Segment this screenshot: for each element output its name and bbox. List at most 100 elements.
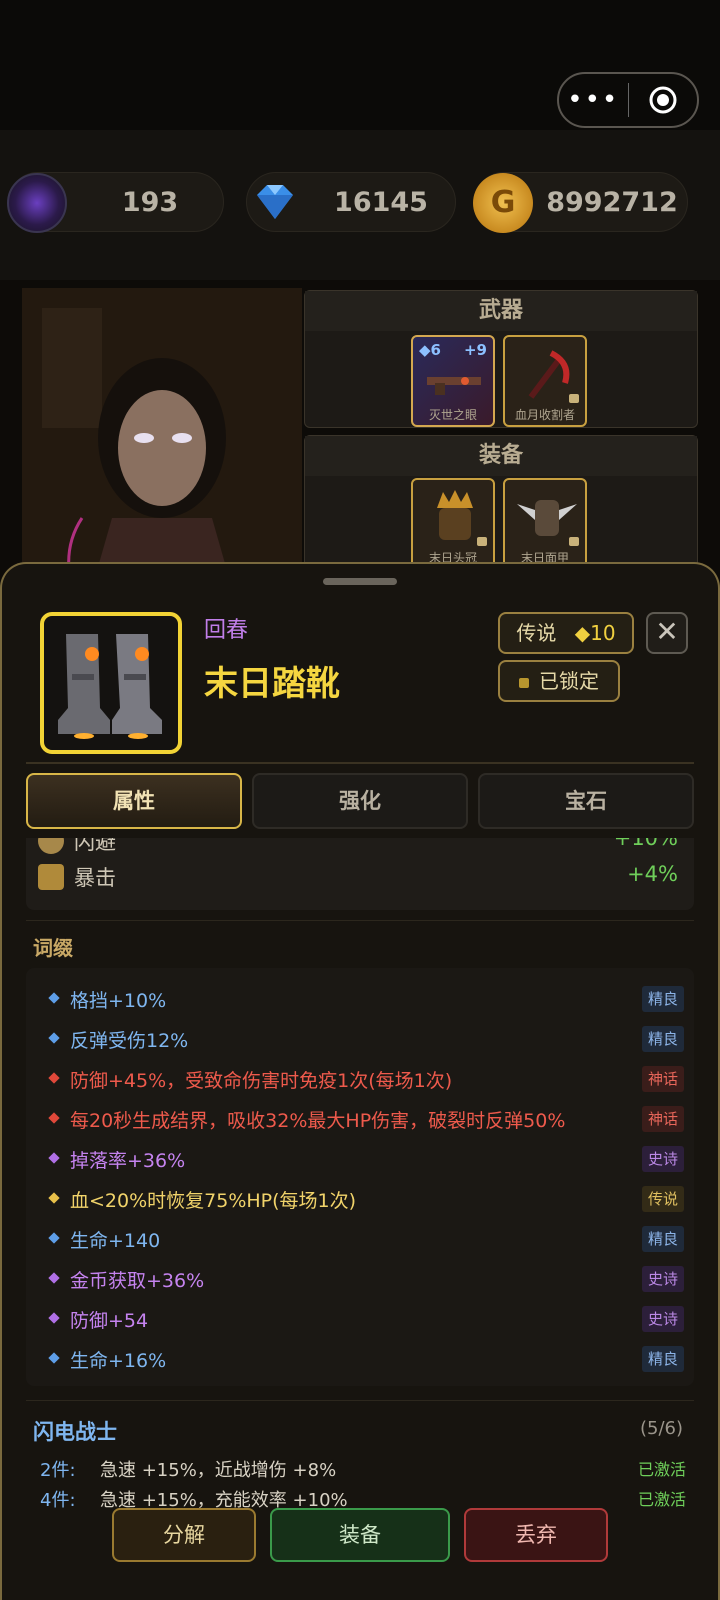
affix-tier-tag: 史诗 [641,1146,684,1172]
gold-count: 8992712 [546,187,678,218]
tab-enhance[interactable]: 强化 [252,773,468,829]
equip-button[interactable]: 装备 [270,1508,450,1562]
weapon-slot-enhance-badge: +9 [463,341,487,359]
section-divider [26,1400,694,1401]
affix-tier-tag: 史诗 [641,1306,684,1332]
affix-text: 反弹受伤12% [70,1030,189,1052]
affix-text: 格挡+10% [70,990,167,1012]
stat-row: 暴击 +4% [26,860,694,896]
affix-section-title: 词缀 [33,936,73,960]
affix-text: 生命+16% [70,1350,167,1372]
discard-button[interactable]: 丢弃 [464,1508,608,1562]
weapon-panel: 武器 ◆6 +9 灭世之眼 血月收割者 [304,290,698,428]
item-name: 末日踏靴 [204,664,340,704]
set-bonus-status: 已激活 [637,1490,686,1509]
affix-text: 防御+45%，受致命伤害时免疫1次(每场1次) [70,1070,453,1092]
currency-bar: 193 16145 G 8992712 [0,130,720,280]
soul-crystal-icon [7,173,67,233]
gear-panel-title: 装备 [305,436,697,476]
set-bonus-pieces: 4件: [40,1490,76,1511]
diamond-bullet-icon [48,1272,60,1284]
affix-text: 掉落率+36% [70,1150,186,1172]
affix-row: 反弹受伤12% 精良 [26,1020,694,1060]
affix-row: 防御+45%，受致命伤害时免疫1次(每场1次) 神话 [26,1060,694,1100]
item-affix-name: 回春 [204,618,249,643]
soul-currency: 193 [7,172,224,233]
affix-row: 防御+54 史诗 [26,1300,694,1340]
set-bonus-status: 已激活 [637,1460,686,1479]
rarity-level-badge: 传说 ◆10 [498,612,634,654]
lock-icon [477,537,487,546]
stat-label: 闪避 [74,838,116,854]
tab-attributes[interactable]: 属性 [26,773,242,829]
gold-currency: G 8992712 [473,172,688,233]
diamond-bullet-icon [48,1312,60,1324]
weapon-slot-name: 血月收割者 [514,408,575,422]
diamond-bullet-icon [48,1352,60,1364]
affix-tier-tag: 精良 [641,1346,684,1372]
affix-row: 掉落率+36% 史诗 [26,1140,694,1180]
set-bonus-desc: 急速 +15%，近战增伤 +8% [100,1460,337,1481]
rifle-icon [427,377,481,395]
diamond-bullet-icon [48,992,60,1004]
diamond-bullet-icon [48,1192,60,1204]
set-progress: (5/6) [640,1418,684,1439]
more-menu-icon[interactable]: ••• [559,85,628,115]
affix-text: 每20秒生成结界，吸收32%最大HP伤害，破裂时反弹50% [70,1110,566,1132]
affix-row: 格挡+10% 精良 [26,980,694,1020]
sheet-drag-handle[interactable] [323,578,397,585]
gear-slot-1[interactable]: 末日头冠 [411,478,495,570]
diamond-bullet-icon [48,1152,60,1164]
section-divider [26,920,694,921]
affix-list: 格挡+10% 精良 反弹受伤12% 精良 防御+45%，受致命伤害时免疫1次(每场1次)… [26,968,694,1386]
header-divider [26,762,694,764]
stat-value: +10% [613,838,678,850]
affix-tier-tag: 精良 [641,1226,684,1252]
close-program-icon[interactable] [629,85,698,115]
lock-icon [569,394,579,403]
affix-tier-tag: 传说 [641,1186,684,1212]
diamond-bullet-icon [48,1112,60,1124]
gear-panel: 装备 末日头冠 末日面甲 [304,435,698,575]
affix-row: 血<20%时恢复75%HP(每场1次) 传说 [26,1180,694,1220]
crown-helmet-icon [437,490,473,540]
affix-tier-tag: 神话 [641,1106,684,1132]
mini-program-capsule: ••• [557,72,699,128]
tab-gems[interactable]: 宝石 [478,773,694,829]
gold-coin-letter: G [490,185,516,220]
set-bonus-row: 2件: 急速 +15%，近战增伤 +8% 已激活 [40,1456,700,1486]
affix-text: 金币获取+36% [70,1270,205,1292]
item-icon-frame [40,612,182,754]
affix-tier-tag: 精良 [641,986,684,1012]
hero-portrait [22,288,302,588]
padlock-icon [519,678,529,688]
gear-slot-2[interactable]: 末日面甲 [503,478,587,570]
item-level: ◆10 [574,621,616,645]
gem-currency: 16145 [246,172,456,232]
affix-row: 生命+16% 精良 [26,1340,694,1380]
affix-row: 生命+140 精良 [26,1220,694,1260]
stat-value: +4% [627,862,678,886]
weapon-panel-title: 武器 [305,291,697,331]
scythe-icon [528,350,570,399]
gem-count: 16145 [334,187,428,218]
affix-tier-tag: 神话 [641,1066,684,1092]
winged-mask-icon [517,500,577,536]
weapon-slot-1[interactable]: ◆6 +9 灭世之眼 [411,335,495,427]
stat-row: 闪避 +10% [26,838,694,860]
decompose-button[interactable]: 分解 [112,1508,256,1562]
affix-tier-tag: 史诗 [641,1266,684,1292]
close-button[interactable]: ✕ [646,612,688,654]
lock-toggle-button[interactable]: 已锁定 [498,660,620,702]
boots-icon [58,634,162,739]
affix-text: 血<20%时恢复75%HP(每场1次) [70,1190,357,1212]
diamond-bullet-icon [48,1072,60,1084]
rarity-label: 传说 [516,621,557,645]
affix-text: 生命+140 [70,1230,161,1252]
crit-lightning-icon [38,864,64,890]
weapon-slot-2[interactable]: 血月收割者 [503,335,587,427]
stat-label: 暴击 [74,866,116,890]
weapon-slot-name: 灭世之眼 [428,408,477,422]
stats-list: 闪避 +10% 暴击 +4% [26,838,694,910]
diamond-bullet-icon [48,1032,60,1044]
